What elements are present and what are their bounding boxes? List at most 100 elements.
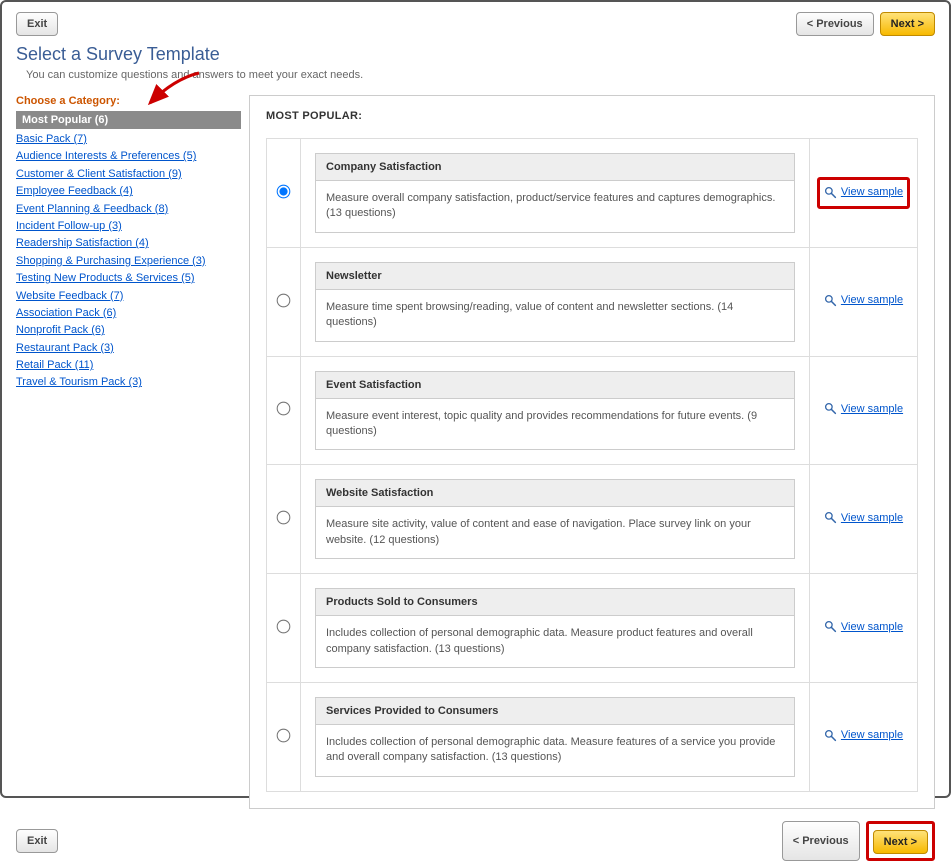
magnifier-icon bbox=[824, 186, 837, 199]
category-link[interactable]: Incident Follow-up (3) bbox=[16, 218, 241, 235]
template-box: NewsletterMeasure time spent browsing/re… bbox=[315, 262, 795, 342]
top-toolbar-right: < Previous Next > bbox=[796, 12, 935, 36]
template-description: Measure event interest, topic quality an… bbox=[316, 399, 794, 450]
exit-button-bottom[interactable]: Exit bbox=[16, 829, 58, 853]
view-sample-label: View sample bbox=[841, 403, 903, 415]
category-link[interactable]: Shopping & Purchasing Experience (3) bbox=[16, 253, 241, 270]
view-sample-link[interactable]: View sample bbox=[824, 511, 903, 524]
next-button-bottom[interactable]: Next > bbox=[873, 830, 928, 854]
template-radio-cell bbox=[267, 574, 301, 683]
template-radio-cell bbox=[267, 139, 301, 248]
template-radio[interactable] bbox=[277, 511, 291, 525]
category-link[interactable]: Testing New Products & Services (5) bbox=[16, 270, 241, 287]
table-row: Services Provided to ConsumersIncludes c… bbox=[267, 682, 918, 791]
template-title: Products Sold to Consumers bbox=[316, 589, 794, 616]
category-link[interactable]: Restaurant Pack (3) bbox=[16, 340, 241, 357]
previous-button-top[interactable]: < Previous bbox=[796, 12, 874, 36]
template-cell: Company SatisfactionMeasure overall comp… bbox=[301, 139, 810, 248]
template-box: Company SatisfactionMeasure overall comp… bbox=[315, 153, 795, 233]
table-row: Products Sold to ConsumersIncludes colle… bbox=[267, 574, 918, 683]
template-radio[interactable] bbox=[277, 293, 291, 307]
template-title: Event Satisfaction bbox=[316, 372, 794, 399]
template-radio-cell bbox=[267, 682, 301, 791]
view-sample-link[interactable]: View sample bbox=[824, 729, 903, 742]
previous-button-bottom[interactable]: < Previous bbox=[782, 821, 860, 861]
template-cell: Products Sold to ConsumersIncludes colle… bbox=[301, 574, 810, 683]
category-selected[interactable]: Most Popular (6) bbox=[16, 111, 241, 129]
template-radio[interactable] bbox=[277, 728, 291, 742]
view-sample-label: View sample bbox=[841, 621, 903, 633]
category-link[interactable]: Nonprofit Pack (6) bbox=[16, 322, 241, 339]
category-link[interactable]: Basic Pack (7) bbox=[16, 131, 241, 148]
template-panel: MOST POPULAR: Company SatisfactionMeasur… bbox=[249, 95, 935, 809]
template-radio[interactable] bbox=[277, 402, 291, 416]
template-radio-cell bbox=[267, 356, 301, 465]
category-link[interactable]: Event Planning & Feedback (8) bbox=[16, 201, 241, 218]
view-sample-cell: View sample bbox=[810, 247, 918, 356]
view-sample-cell: View sample bbox=[810, 574, 918, 683]
table-row: Website SatisfactionMeasure site activit… bbox=[267, 465, 918, 574]
view-sample-cell: View sample bbox=[810, 356, 918, 465]
category-link[interactable]: Employee Feedback (4) bbox=[16, 183, 241, 200]
table-row: Company SatisfactionMeasure overall comp… bbox=[267, 139, 918, 248]
view-sample-label: View sample bbox=[841, 512, 903, 524]
view-sample-label: View sample bbox=[841, 729, 903, 741]
template-box: Event SatisfactionMeasure event interest… bbox=[315, 371, 795, 451]
template-box: Products Sold to ConsumersIncludes colle… bbox=[315, 588, 795, 668]
category-link[interactable]: Readership Satisfaction (4) bbox=[16, 235, 241, 252]
template-description: Includes collection of personal demograp… bbox=[316, 725, 794, 776]
top-toolbar: Exit < Previous Next > bbox=[16, 12, 935, 36]
bottom-toolbar: Exit < Previous Next > bbox=[16, 821, 935, 861]
magnifier-icon bbox=[824, 729, 837, 742]
template-cell: Event SatisfactionMeasure event interest… bbox=[301, 356, 810, 465]
template-title: Services Provided to Consumers bbox=[316, 698, 794, 725]
exit-button-top[interactable]: Exit bbox=[16, 12, 58, 36]
template-cell: NewsletterMeasure time spent browsing/re… bbox=[301, 247, 810, 356]
magnifier-icon bbox=[824, 402, 837, 415]
category-list: Basic Pack (7)Audience Interests & Prefe… bbox=[16, 131, 241, 392]
template-cell: Website SatisfactionMeasure site activit… bbox=[301, 465, 810, 574]
view-sample-cell: View sample bbox=[810, 139, 918, 248]
category-link[interactable]: Association Pack (6) bbox=[16, 305, 241, 322]
view-sample-link[interactable]: View sample bbox=[824, 186, 903, 199]
next-button-top[interactable]: Next > bbox=[880, 12, 935, 36]
view-sample-highlight: View sample bbox=[817, 177, 910, 209]
bottom-toolbar-right: < Previous Next > bbox=[782, 821, 935, 861]
template-description: Measure time spent browsing/reading, val… bbox=[316, 290, 794, 341]
category-link[interactable]: Customer & Client Satisfaction (9) bbox=[16, 166, 241, 183]
table-row: NewsletterMeasure time spent browsing/re… bbox=[267, 247, 918, 356]
template-panel-heading: MOST POPULAR: bbox=[266, 110, 918, 122]
magnifier-icon bbox=[824, 294, 837, 307]
category-link[interactable]: Retail Pack (11) bbox=[16, 357, 241, 374]
template-title: Website Satisfaction bbox=[316, 480, 794, 507]
view-sample-link[interactable]: View sample bbox=[824, 402, 903, 415]
template-box: Services Provided to ConsumersIncludes c… bbox=[315, 697, 795, 777]
template-radio[interactable] bbox=[277, 620, 291, 634]
view-sample-label: View sample bbox=[841, 294, 903, 306]
template-description: Includes collection of personal demograp… bbox=[316, 616, 794, 667]
view-sample-cell: View sample bbox=[810, 682, 918, 791]
choose-category-label: Choose a Category: bbox=[16, 95, 241, 107]
view-sample-label: View sample bbox=[841, 186, 903, 198]
main-columns: Choose a Category: Most Popular (6) Basi… bbox=[16, 95, 935, 809]
template-radio-cell bbox=[267, 247, 301, 356]
template-radio[interactable] bbox=[277, 185, 291, 199]
category-link[interactable]: Travel & Tourism Pack (3) bbox=[16, 374, 241, 391]
category-link[interactable]: Audience Interests & Preferences (5) bbox=[16, 148, 241, 165]
template-title: Newsletter bbox=[316, 263, 794, 290]
view-sample-link[interactable]: View sample bbox=[824, 294, 903, 307]
category-sidebar: Choose a Category: Most Popular (6) Basi… bbox=[16, 95, 241, 809]
category-link[interactable]: Website Feedback (7) bbox=[16, 288, 241, 305]
template-description: Measure overall company satisfaction, pr… bbox=[316, 181, 794, 232]
table-row: Event SatisfactionMeasure event interest… bbox=[267, 356, 918, 465]
template-table: Company SatisfactionMeasure overall comp… bbox=[266, 138, 918, 792]
template-radio-cell bbox=[267, 465, 301, 574]
template-cell: Services Provided to ConsumersIncludes c… bbox=[301, 682, 810, 791]
view-sample-link[interactable]: View sample bbox=[824, 620, 903, 633]
page-container: Exit < Previous Next > Select a Survey T… bbox=[0, 0, 951, 798]
template-description: Measure site activity, value of content … bbox=[316, 507, 794, 558]
view-sample-cell: View sample bbox=[810, 465, 918, 574]
magnifier-icon bbox=[824, 511, 837, 524]
magnifier-icon bbox=[824, 620, 837, 633]
page-subtitle: You can customize questions and answers … bbox=[26, 69, 935, 81]
